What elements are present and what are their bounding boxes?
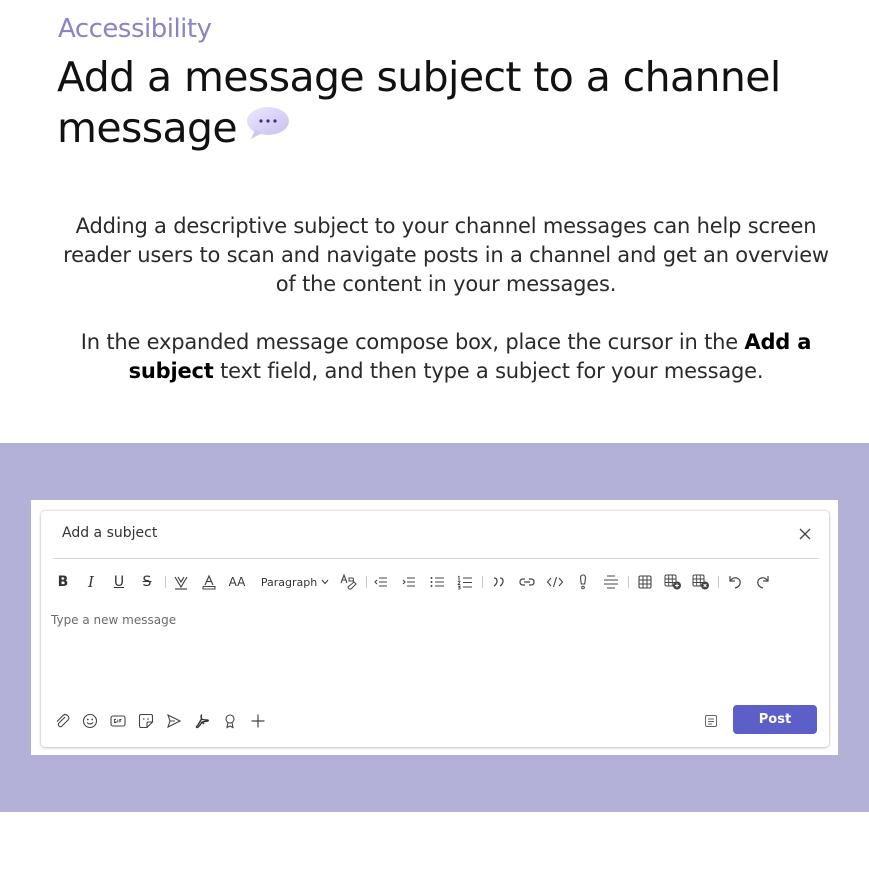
- announcement-icon[interactable]: [573, 571, 593, 593]
- link-icon[interactable]: [517, 571, 537, 593]
- clear-formatting-icon[interactable]: [339, 571, 359, 593]
- paragraph2-suffix: text field, and then type a subject for …: [213, 359, 764, 383]
- chat-bubble-icon: [245, 102, 291, 153]
- underline-button[interactable]: U: [111, 571, 127, 593]
- redo-icon[interactable]: [753, 571, 773, 593]
- table-add-icon[interactable]: [663, 571, 683, 593]
- formatting-toolbar: B I U S AA Paragraph: [55, 571, 815, 593]
- highlight-icon[interactable]: [171, 571, 191, 593]
- font-color-icon[interactable]: [199, 571, 219, 593]
- toolbar-divider: [366, 576, 367, 588]
- close-icon[interactable]: [797, 526, 813, 542]
- toolbar-divider: [628, 576, 629, 588]
- adobe-acrobat-icon[interactable]: [193, 710, 211, 732]
- post-button[interactable]: Post: [733, 705, 817, 734]
- italic-button[interactable]: I: [83, 571, 99, 593]
- schedule-meeting-icon[interactable]: [165, 710, 183, 732]
- add-icon[interactable]: [249, 710, 267, 732]
- insert-table-icon[interactable]: [635, 571, 655, 593]
- screenshot-frame: B I U S AA Paragraph: [31, 500, 838, 755]
- strikethrough-button[interactable]: S: [139, 571, 155, 593]
- paragraph-dropdown[interactable]: Paragraph: [259, 571, 331, 593]
- table-delete-icon[interactable]: [691, 571, 711, 593]
- toolbar-divider: [482, 576, 483, 588]
- page-title: Add a message subject to a channel messa…: [57, 52, 817, 157]
- undo-icon[interactable]: [725, 571, 745, 593]
- quote-icon[interactable]: [489, 571, 509, 593]
- compose-actions: Post: [53, 705, 819, 734]
- toolbar-divider: [718, 576, 719, 588]
- category-label: Accessibility: [58, 14, 212, 44]
- decrease-indent-icon[interactable]: [371, 571, 391, 593]
- subject-row: [53, 511, 819, 559]
- increase-indent-icon[interactable]: [399, 571, 419, 593]
- code-snippet-icon[interactable]: [545, 571, 565, 593]
- format-icon[interactable]: [704, 713, 718, 727]
- font-size-button[interactable]: AA: [227, 571, 247, 593]
- compose-box: B I U S AA Paragraph: [41, 511, 829, 747]
- bold-button[interactable]: B: [55, 571, 71, 593]
- title-text: Add a message subject to a channel messa…: [57, 53, 781, 152]
- attach-icon[interactable]: [53, 710, 71, 732]
- emoji-icon[interactable]: [81, 710, 99, 732]
- sticker-icon[interactable]: [137, 710, 155, 732]
- toolbar-divider: [165, 576, 166, 588]
- numbered-list-icon[interactable]: [455, 571, 475, 593]
- chevron-down-icon: [321, 579, 329, 585]
- description-paragraph-1: Adding a descriptive subject to your cha…: [63, 214, 829, 296]
- gif-icon[interactable]: [109, 710, 127, 732]
- bulleted-list-icon[interactable]: [427, 571, 447, 593]
- description-paragraph-2: In the expanded message compose box, pla…: [70, 328, 822, 386]
- message-input[interactable]: [51, 613, 751, 627]
- paragraph-label: Paragraph: [260, 575, 318, 589]
- horizontal-rule-icon[interactable]: [601, 571, 621, 593]
- subject-input[interactable]: [62, 525, 662, 541]
- paragraph2-prefix: In the expanded message compose box, pla…: [80, 330, 745, 354]
- praise-icon[interactable]: [221, 710, 239, 732]
